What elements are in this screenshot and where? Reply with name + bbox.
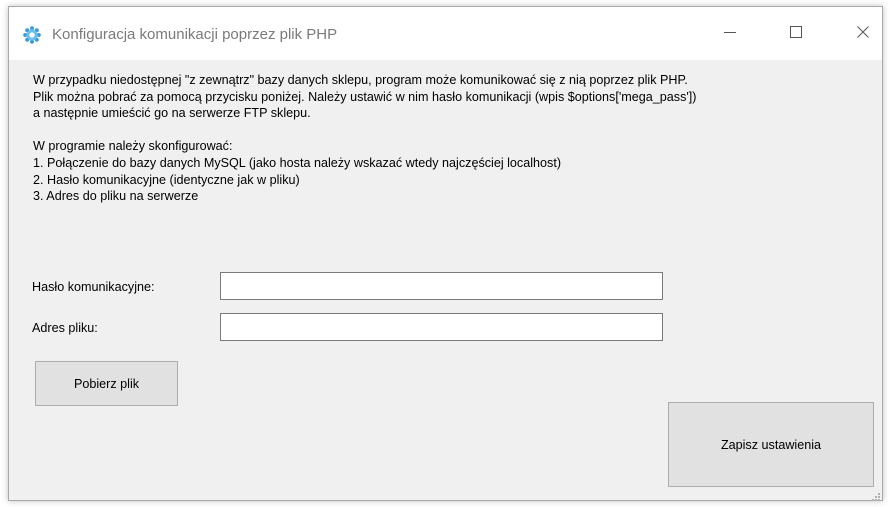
description-line: a następnie umieścić go na serwerze FTP …: [33, 106, 311, 121]
maximize-button[interactable]: [773, 7, 819, 60]
description-line: Plik można pobrać za pomocą przycisku po…: [33, 89, 697, 104]
resize-grip-icon[interactable]: [871, 489, 881, 501]
config-step: 3. Adres do pliku na serwerze: [33, 189, 199, 204]
file-address-label: Adres pliku:: [32, 321, 98, 335]
config-step: 2. Hasło komunikacyjne (identyczne jak w…: [33, 172, 300, 187]
config-window: Konfiguracja komunikacji poprzez plik PH…: [8, 6, 883, 501]
config-heading: W programie należy skonfigurować:: [33, 139, 233, 154]
window-title: Konfiguracja komunikacji poprzez plik PH…: [52, 26, 338, 43]
config-step: 1. Połączenie do bazy danych MySQL (jako…: [33, 155, 562, 170]
minimize-icon: [724, 25, 736, 43]
maximize-icon: [790, 25, 802, 43]
title-bar[interactable]: Konfiguracja komunikacji poprzez plik PH…: [9, 7, 882, 60]
save-settings-button[interactable]: Zapisz ustawienia: [668, 402, 874, 487]
file-address-input[interactable]: [220, 313, 663, 341]
app-gear-icon: [23, 26, 41, 44]
instructions-text: W przypadku niedostępnej "z zewnątrz" ba…: [33, 72, 883, 205]
close-button[interactable]: [840, 7, 886, 60]
password-label: Hasło komunikacyjne:: [32, 280, 155, 294]
password-input[interactable]: [220, 272, 663, 300]
description-line: W przypadku niedostępnej "z zewnątrz" ba…: [33, 73, 688, 87]
download-file-button[interactable]: Pobierz plik: [35, 361, 178, 406]
close-icon: [857, 25, 869, 43]
window-content: W przypadku niedostępnej "z zewnątrz" ba…: [9, 60, 883, 501]
minimize-button[interactable]: [707, 7, 753, 60]
